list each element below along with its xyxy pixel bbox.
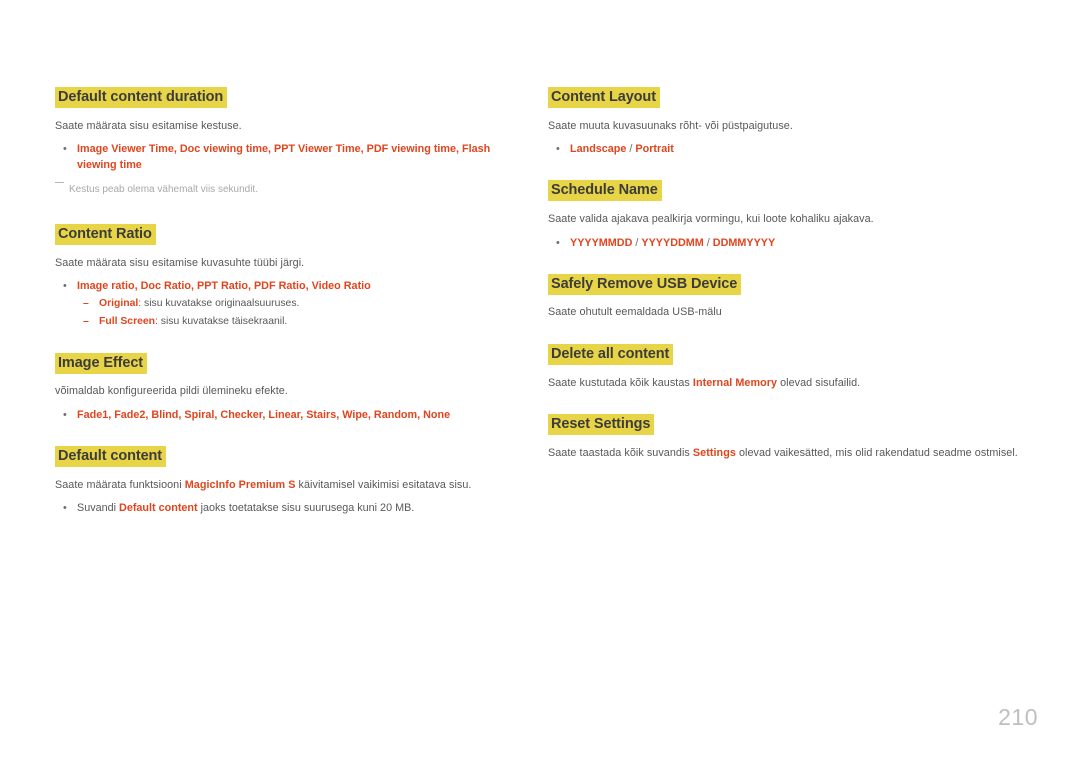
sub-dash-marker: – — [83, 298, 89, 310]
list-item: • Image Viewer Time, Doc viewing time, P… — [55, 141, 525, 173]
sub-dash-marker: – — [83, 316, 89, 328]
right-column: Content Layout Saate muuta kuvasuunaks r… — [540, 87, 1080, 463]
heading-highlight: Default content duration — [55, 87, 228, 108]
option-value: Landscape — [570, 143, 627, 156]
sub-description: : sisu kuvatakse täisekraanil. — [155, 316, 288, 328]
bullet-list: • Landscape / Portrait — [548, 141, 1050, 157]
heading-highlight: Default content — [55, 446, 167, 468]
body-prefix: Saate taastada kõik suvandis — [548, 446, 693, 459]
left-column: Default content duration Saate määrata s… — [0, 87, 540, 518]
section-body-text: Saate valida ajakava pealkirja vormingu,… — [548, 212, 874, 225]
heading-highlight: Delete all content — [548, 343, 674, 365]
bullet-list: • Suvandi Default content jaoks toetatak… — [55, 500, 525, 516]
section-safely-remove-usb-device: Safely Remove USB Device Saate ohutult e… — [548, 273, 1050, 321]
section-heading: Default content — [55, 446, 525, 468]
section-heading: Safely Remove USB Device — [548, 273, 1050, 295]
section-body-text: Saate ohutult eemaldada USB-mälu — [548, 306, 722, 319]
sub-list-item: – Original: sisu kuvatakse originaalsuur… — [77, 296, 525, 312]
option-values: Image Viewer Time, Doc viewing time, PPT… — [77, 143, 491, 172]
body-emphasis: Settings — [692, 446, 736, 459]
body-suffix: käivitamisel vaikimisi esitatava sisu. — [295, 478, 472, 491]
body-suffix: olevad sisufailid. — [777, 376, 861, 389]
sub-list-item: – Full Screen: sisu kuvatakse täisekraan… — [77, 314, 525, 330]
section-image-effect: Image Effect võimaldab konfigureerida pi… — [55, 352, 525, 423]
sub-description: : sisu kuvatakse originaalsuuruses. — [138, 298, 300, 310]
list-item: • Landscape / Portrait — [548, 141, 1050, 157]
bullet-marker: • — [556, 143, 560, 156]
item-suffix: jaoks toetatakse sisu suurusega kuni 20 … — [197, 502, 415, 515]
section-schedule-name: Schedule Name Saate valida ajakava pealk… — [548, 180, 1050, 251]
body-emphasis: MagicInfo Premium S — [184, 478, 296, 491]
section-body-text: Saate kustutada kõik kaustas Internal Me… — [548, 376, 1050, 392]
section-body-text: Saate määrata funktsiooni MagicInfo Prem… — [55, 478, 525, 494]
bullet-marker: • — [63, 143, 67, 156]
section-body-text: Saate muuta kuvasuunaks rõht- või püstpa… — [548, 119, 793, 132]
option-values: Image ratio, Doc Ratio, PPT Ratio, PDF R… — [77, 280, 371, 293]
list-item: • Fade1, Fade2, Blind, Spiral, Checker, … — [55, 407, 525, 423]
section-heading: Content Ratio — [55, 224, 525, 246]
bullet-list: • Fade1, Fade2, Blind, Spiral, Checker, … — [55, 407, 525, 423]
heading-highlight: Safely Remove USB Device — [548, 273, 742, 295]
sub-term: Original — [99, 298, 139, 310]
option-value: Portrait — [635, 143, 674, 156]
body-suffix: olevad vaikesätted, mis olid rakendatud … — [735, 446, 1018, 459]
section-heading: Delete all content — [548, 343, 1050, 365]
note-dash-icon — [55, 181, 64, 184]
heading-highlight: Reset Settings — [548, 414, 655, 436]
note-line: Kestus peab olema vähemalt viis sekundit… — [55, 181, 525, 198]
section-content-ratio: Content Ratio Saate määrata sisu esitami… — [55, 224, 525, 330]
item-emphasis: Default content — [119, 502, 198, 515]
two-column-layout: Default content duration Saate määrata s… — [0, 87, 1080, 518]
body-prefix: Saate määrata funktsiooni — [55, 478, 185, 491]
bullet-marker: • — [63, 502, 67, 515]
item-prefix: Suvandi — [77, 502, 120, 515]
heading-highlight: Content Layout — [548, 87, 660, 108]
heading-highlight: Content Ratio — [55, 224, 156, 246]
list-item: • Suvandi Default content jaoks toetatak… — [55, 500, 525, 516]
list-item: • Image ratio, Doc Ratio, PPT Ratio, PDF… — [55, 278, 525, 329]
section-heading: Content Layout — [548, 87, 1050, 108]
body-prefix: Saate kustutada kõik kaustas — [548, 376, 693, 389]
heading-highlight: Schedule Name — [548, 180, 662, 202]
note-text: Kestus peab olema vähemalt viis sekundit… — [69, 183, 258, 195]
bullet-marker: • — [63, 280, 67, 293]
section-delete-all-content: Delete all content Saate kustutada kõik … — [548, 343, 1050, 392]
manual-page: Default content duration Saate määrata s… — [0, 0, 1080, 763]
section-heading: Image Effect — [55, 352, 525, 374]
section-body-text: Saate määrata sisu esitamise kestuse. — [55, 119, 242, 132]
bullet-list: • Image ratio, Doc Ratio, PPT Ratio, PDF… — [55, 278, 525, 329]
bullet-marker: • — [556, 236, 560, 249]
heading-highlight: Image Effect — [55, 352, 148, 374]
option-value: DDMMYYYY — [712, 236, 776, 249]
sub-list: – Original: sisu kuvatakse originaalsuur… — [77, 296, 525, 329]
section-heading: Default content duration — [55, 87, 525, 108]
page-number: 210 — [998, 704, 1038, 730]
section-default-content-duration: Default content duration Saate määrata s… — [55, 87, 525, 198]
section-heading: Reset Settings — [548, 414, 1050, 436]
section-body-text: Saate taastada kõik suvandis Settings ol… — [548, 446, 1050, 462]
option-value: YYYYMMDD — [570, 236, 633, 249]
bullet-list: • Image Viewer Time, Doc viewing time, P… — [55, 141, 525, 173]
section-body-text: Saate määrata sisu esitamise kuvasuhte t… — [55, 256, 305, 269]
option-values: Fade1, Fade2, Blind, Spiral, Checker, Li… — [77, 408, 451, 421]
section-default-content: Default content Saate määrata funktsioon… — [55, 446, 525, 516]
body-emphasis: Internal Memory — [692, 376, 778, 389]
section-reset-settings: Reset Settings Saate taastada kõik suvan… — [548, 414, 1050, 462]
section-content-layout: Content Layout Saate muuta kuvasuunaks r… — [548, 87, 1050, 157]
list-item: • YYYYMMDD / YYYYDDMM / DDMMYYYY — [548, 235, 1050, 251]
sub-term: Full Screen — [99, 316, 156, 328]
option-value: YYYYDDMM — [641, 236, 704, 249]
bullet-list: • YYYYMMDD / YYYYDDMM / DDMMYYYY — [548, 235, 1050, 251]
bullet-marker: • — [63, 408, 67, 421]
section-heading: Schedule Name — [548, 180, 1050, 202]
section-body-text: võimaldab konfigureerida pildi ülemineku… — [55, 385, 288, 398]
